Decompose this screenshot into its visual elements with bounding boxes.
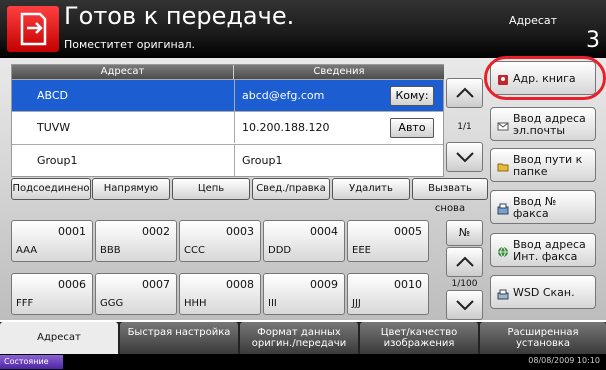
tab-color-quality[interactable]: Цвет/качество изображения — [360, 322, 478, 354]
recall-button[interactable]: Вызвать снова — [412, 178, 488, 214]
details-edit-button[interactable]: Свед./правка — [252, 178, 330, 200]
tile-name: BBB — [100, 245, 121, 256]
table-row[interactable]: Group1 Group1 — [12, 144, 443, 176]
tab-quick-setup[interactable]: Быстрая настройка — [120, 322, 238, 354]
internet-fax-label: Ввод адреса Инт. факса — [513, 238, 586, 263]
tile-number: 0007 — [142, 278, 170, 291]
destination-count: 3 — [586, 28, 600, 53]
tile-name: III — [268, 298, 277, 309]
address-tile[interactable]: 0008 HHH — [179, 273, 261, 315]
tile-number: 0003 — [226, 225, 254, 238]
address-tile[interactable]: 0002 BBB — [95, 220, 177, 262]
number-search-button[interactable]: № — [446, 220, 483, 246]
highlight-ring — [484, 56, 606, 100]
page-subtitle: Поместитет оригинал. — [64, 38, 196, 51]
tile-number: 0009 — [310, 278, 338, 291]
row-info: Group1 — [242, 154, 283, 167]
tile-name: EEE — [352, 245, 371, 256]
row-destination: ABCD — [37, 89, 69, 102]
folder-path-button[interactable]: Ввод пути к папке — [490, 148, 596, 182]
tile-name: GGG — [100, 298, 124, 309]
address-tile[interactable]: 0006 FFF — [11, 273, 93, 315]
address-tile[interactable]: 0005 EEE — [347, 220, 429, 262]
delete-button[interactable]: Удалить — [332, 178, 410, 200]
fax-number-label: Ввод № факса — [513, 195, 557, 220]
tile-number: 0002 — [142, 225, 170, 238]
status-bar: Состояние 08/08/2009 10:10 — [0, 354, 606, 370]
connected-button[interactable]: Подсоединено — [11, 178, 91, 200]
wsd-scan-icon — [497, 289, 509, 300]
destination-table: Адресат Сведения ABCD abcd@efg.com Кому:… — [11, 64, 444, 177]
column-header-info: Сведения — [234, 65, 444, 79]
row-divider — [234, 145, 235, 176]
email-input-label: Ввод адреса эл.почты — [513, 112, 586, 137]
chevron-up-icon — [456, 256, 474, 267]
email-input-button[interactable]: Ввод адреса эл.почты — [490, 107, 596, 141]
send-icon — [7, 6, 59, 52]
status-datetime: 08/08/2009 10:10 — [528, 356, 600, 365]
table-scroll-up-button[interactable] — [446, 78, 483, 108]
address-tile[interactable]: 0009 III — [263, 273, 345, 315]
envelope-icon — [497, 122, 509, 131]
row-info: 10.200.188.120 — [242, 121, 330, 134]
status-button[interactable]: Состояние — [0, 355, 63, 369]
destination-count-label: Адресат — [509, 14, 558, 27]
tile-name: DDD — [268, 245, 292, 256]
wsd-scan-button[interactable]: WSD Скан. — [490, 275, 596, 309]
wsd-scan-label: WSD Скан. — [513, 286, 575, 299]
tile-name: FFF — [16, 298, 34, 309]
grid-scroll-up-button[interactable] — [446, 247, 483, 277]
address-tile[interactable]: 0001 AAA — [11, 220, 93, 262]
address-tile[interactable]: 0004 DDD — [263, 220, 345, 262]
to-button[interactable]: Кому: — [390, 86, 434, 106]
address-tile[interactable]: 0010 JJJ — [347, 273, 429, 315]
row-divider — [234, 112, 235, 143]
grid-page-indicator: 1/100 — [451, 279, 478, 289]
tile-number: 0010 — [394, 278, 422, 291]
tile-number: 0006 — [58, 278, 86, 291]
fax-icon — [497, 203, 509, 215]
address-tile[interactable]: 0007 GGG — [95, 273, 177, 315]
chevron-down-icon — [456, 152, 474, 163]
internet-fax-icon — [498, 246, 508, 258]
tile-number: 0008 — [226, 278, 254, 291]
table-scroll-down-button[interactable] — [446, 142, 483, 172]
tab-destination[interactable]: Адресат — [0, 322, 118, 354]
column-header-destination: Адресат — [12, 65, 234, 79]
tile-number: 0001 — [58, 225, 86, 238]
grid-scroll-down-button[interactable] — [446, 290, 483, 320]
tab-data-format[interactable]: Формат данных оригин./передачи — [240, 322, 358, 354]
tile-name: AAA — [16, 245, 38, 256]
chevron-up-icon — [456, 87, 474, 98]
row-divider — [234, 80, 235, 111]
tile-name: HHH — [184, 298, 207, 309]
table-page-indicator: 1/1 — [457, 122, 472, 132]
chain-button[interactable]: Цепь — [172, 178, 250, 200]
page-title: Готов к передаче. — [64, 2, 295, 30]
folder-icon — [497, 163, 509, 172]
auto-button[interactable]: Авто — [390, 118, 434, 138]
tile-number: 0005 — [394, 225, 422, 238]
tile-name: JJJ — [352, 298, 361, 309]
tab-advanced-setup[interactable]: Расширенная установка — [480, 322, 606, 354]
table-row[interactable]: ABCD abcd@efg.com Кому: — [12, 79, 443, 111]
header-bar: Готов к передаче. Поместитет оригинал. А… — [0, 0, 606, 58]
internet-fax-button[interactable]: Ввод адреса Инт. факса — [490, 233, 596, 267]
address-tile[interactable]: 0003 CCC — [179, 220, 261, 262]
fax-number-button[interactable]: Ввод № факса — [490, 190, 596, 224]
tab-bar: Адресат Быстрая настройка Формат данных … — [0, 322, 606, 354]
tile-number: 0004 — [310, 225, 338, 238]
folder-path-label: Ввод пути к папке — [513, 153, 583, 178]
chevron-down-icon — [456, 300, 474, 311]
row-info: abcd@efg.com — [242, 89, 325, 102]
tile-name: CCC — [184, 245, 205, 256]
direct-button[interactable]: Напрямую — [92, 178, 170, 200]
table-row[interactable]: TUVW 10.200.188.120 Авто — [12, 111, 443, 143]
row-destination: TUVW — [37, 121, 71, 134]
row-destination: Group1 — [37, 154, 78, 167]
